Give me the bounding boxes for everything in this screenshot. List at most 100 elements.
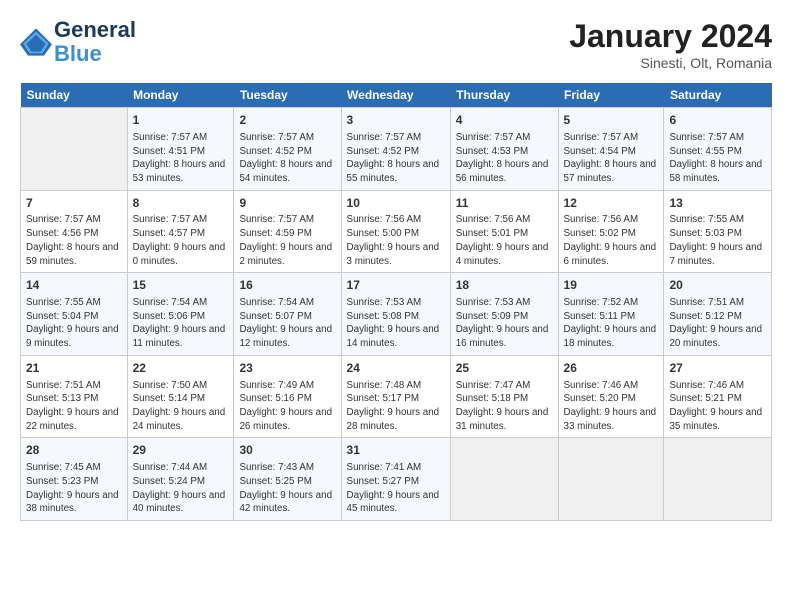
day-info: Sunrise: 7:54 AMSunset: 5:06 PMDaylight:… xyxy=(133,296,229,351)
calendar-cell: 19Sunrise: 7:52 AMSunset: 5:11 PMDayligh… xyxy=(558,273,664,356)
calendar-cell xyxy=(558,438,664,521)
header-day-monday: Monday xyxy=(127,83,234,108)
main-container: GeneralBlue January 2024 Sinesti, Olt, R… xyxy=(0,0,792,531)
day-number: 3 xyxy=(347,112,445,129)
day-info: Sunrise: 7:56 AMSunset: 5:02 PMDaylight:… xyxy=(564,213,659,268)
calendar-cell: 20Sunrise: 7:51 AMSunset: 5:12 PMDayligh… xyxy=(664,273,772,356)
calendar-cell: 22 Sunrise: 7:50 AMSunset: 5:14 PMDayligh… xyxy=(127,355,234,438)
day-number: 17 xyxy=(347,277,445,294)
location: Sinesti, Olt, Romania xyxy=(569,55,772,71)
day-number: 23 xyxy=(239,360,335,377)
day-info: Sunrise: 7:43 AMSunset: 5:25 PMDaylight:… xyxy=(239,461,335,516)
day-info: Sunrise: 7:55 AMSunset: 5:03 PMDaylight:… xyxy=(669,213,766,268)
calendar-cell xyxy=(450,438,558,521)
header-day-saturday: Saturday xyxy=(664,83,772,108)
calendar-cell xyxy=(664,438,772,521)
day-number: 7 xyxy=(26,195,122,212)
day-number: 30 xyxy=(239,442,335,459)
calendar-week-3: 14 Sunrise: 7:55 AMSunset: 5:04 PMDayligh… xyxy=(21,273,772,356)
calendar-cell: 2Sunrise: 7:57 AMSunset: 4:52 PMDaylight… xyxy=(234,108,341,191)
day-number: 28 xyxy=(26,442,122,459)
calendar-cell: 5 Sunrise: 7:57 AMSunset: 4:54 PMDaylight… xyxy=(558,108,664,191)
day-number: 27 xyxy=(669,360,766,377)
day-number: 14 xyxy=(26,277,122,294)
calendar-cell: 11Sunrise: 7:56 AMSunset: 5:01 PMDayligh… xyxy=(450,190,558,273)
calendar-cell: 27 Sunrise: 7:46 AMSunset: 5:21 PMDayligh… xyxy=(664,355,772,438)
day-info: Sunrise: 7:50 AMSunset: 5:14 PMDaylight:… xyxy=(133,379,229,434)
day-info: Sunrise: 7:57 AMSunset: 4:54 PMDaylight:… xyxy=(564,131,659,186)
calendar-cell: 15 Sunrise: 7:54 AMSunset: 5:06 PMDayligh… xyxy=(127,273,234,356)
day-number: 4 xyxy=(456,112,553,129)
day-number: 24 xyxy=(347,360,445,377)
day-number: 8 xyxy=(133,195,229,212)
day-info: Sunrise: 7:56 AMSunset: 5:01 PMDaylight:… xyxy=(456,213,553,268)
calendar-cell: 26 Sunrise: 7:46 AMSunset: 5:20 PMDayligh… xyxy=(558,355,664,438)
day-info: Sunrise: 7:54 AMSunset: 5:07 PMDaylight:… xyxy=(239,296,335,351)
day-info: Sunrise: 7:56 AMSunset: 5:00 PMDaylight:… xyxy=(347,213,445,268)
calendar-cell: 9Sunrise: 7:57 AMSunset: 4:59 PMDaylight… xyxy=(234,190,341,273)
calendar-cell: 28Sunrise: 7:45 AMSunset: 5:23 PMDayligh… xyxy=(21,438,128,521)
day-number: 22 xyxy=(133,360,229,377)
calendar-cell: 25 Sunrise: 7:47 AMSunset: 5:18 PMDayligh… xyxy=(450,355,558,438)
day-info: Sunrise: 7:51 AMSunset: 5:13 PMDaylight:… xyxy=(26,379,122,434)
day-info: Sunrise: 7:57 AMSunset: 4:57 PMDaylight:… xyxy=(133,213,229,268)
header: GeneralBlue January 2024 Sinesti, Olt, R… xyxy=(20,18,772,71)
day-info: Sunrise: 7:57 AMSunset: 4:56 PMDaylight:… xyxy=(26,213,122,268)
day-number: 6 xyxy=(669,112,766,129)
day-info: Sunrise: 7:48 AMSunset: 5:17 PMDaylight:… xyxy=(347,379,445,434)
calendar-week-2: 7Sunrise: 7:57 AMSunset: 4:56 PMDaylight… xyxy=(21,190,772,273)
day-info: Sunrise: 7:57 AMSunset: 4:51 PMDaylight:… xyxy=(133,131,229,186)
day-info: Sunrise: 7:57 AMSunset: 4:53 PMDaylight:… xyxy=(456,131,553,186)
day-number: 31 xyxy=(347,442,445,459)
header-day-sunday: Sunday xyxy=(21,83,128,108)
day-number: 26 xyxy=(564,360,659,377)
calendar-week-5: 28Sunrise: 7:45 AMSunset: 5:23 PMDayligh… xyxy=(21,438,772,521)
day-number: 18 xyxy=(456,277,553,294)
day-number: 19 xyxy=(564,277,659,294)
calendar-cell: 10Sunrise: 7:56 AMSunset: 5:00 PMDayligh… xyxy=(341,190,450,273)
calendar-cell: 12Sunrise: 7:56 AMSunset: 5:02 PMDayligh… xyxy=(558,190,664,273)
day-info: Sunrise: 7:44 AMSunset: 5:24 PMDaylight:… xyxy=(133,461,229,516)
calendar-cell: 8Sunrise: 7:57 AMSunset: 4:57 PMDaylight… xyxy=(127,190,234,273)
day-number: 29 xyxy=(133,442,229,459)
calendar-cell: 18Sunrise: 7:53 AMSunset: 5:09 PMDayligh… xyxy=(450,273,558,356)
day-number: 16 xyxy=(239,277,335,294)
day-number: 15 xyxy=(133,277,229,294)
day-info: Sunrise: 7:53 AMSunset: 5:08 PMDaylight:… xyxy=(347,296,445,351)
day-number: 5 xyxy=(564,112,659,129)
month-title: January 2024 xyxy=(569,18,772,55)
calendar-cell: 21 Sunrise: 7:51 AMSunset: 5:13 PMDayligh… xyxy=(21,355,128,438)
day-number: 10 xyxy=(347,195,445,212)
calendar-cell: 30 Sunrise: 7:43 AMSunset: 5:25 PMDayligh… xyxy=(234,438,341,521)
day-number: 25 xyxy=(456,360,553,377)
calendar-header-row: SundayMondayTuesdayWednesdayThursdayFrid… xyxy=(21,83,772,108)
day-info: Sunrise: 7:55 AMSunset: 5:04 PMDaylight:… xyxy=(26,296,122,351)
calendar-cell: 6Sunrise: 7:57 AMSunset: 4:55 PMDaylight… xyxy=(664,108,772,191)
header-day-thursday: Thursday xyxy=(450,83,558,108)
day-info: Sunrise: 7:46 AMSunset: 5:20 PMDaylight:… xyxy=(564,379,659,434)
logo-text: GeneralBlue xyxy=(54,18,136,66)
header-day-friday: Friday xyxy=(558,83,664,108)
calendar-cell: 13Sunrise: 7:55 AMSunset: 5:03 PMDayligh… xyxy=(664,190,772,273)
calendar-cell: 14 Sunrise: 7:55 AMSunset: 5:04 PMDayligh… xyxy=(21,273,128,356)
calendar-cell: 29 Sunrise: 7:44 AMSunset: 5:24 PMDayligh… xyxy=(127,438,234,521)
calendar-cell xyxy=(21,108,128,191)
title-section: January 2024 Sinesti, Olt, Romania xyxy=(569,18,772,71)
day-info: Sunrise: 7:46 AMSunset: 5:21 PMDaylight:… xyxy=(669,379,766,434)
day-info: Sunrise: 7:51 AMSunset: 5:12 PMDaylight:… xyxy=(669,296,766,351)
calendar-cell: 23 Sunrise: 7:49 AMSunset: 5:16 PMDayligh… xyxy=(234,355,341,438)
calendar-week-1: 1 Sunrise: 7:57 AMSunset: 4:51 PMDaylight… xyxy=(21,108,772,191)
day-info: Sunrise: 7:57 AMSunset: 4:52 PMDaylight:… xyxy=(347,131,445,186)
day-info: Sunrise: 7:47 AMSunset: 5:18 PMDaylight:… xyxy=(456,379,553,434)
calendar-cell: 17 Sunrise: 7:53 AMSunset: 5:08 PMDayligh… xyxy=(341,273,450,356)
header-day-tuesday: Tuesday xyxy=(234,83,341,108)
calendar-cell: 16 Sunrise: 7:54 AMSunset: 5:07 PMDayligh… xyxy=(234,273,341,356)
day-number: 21 xyxy=(26,360,122,377)
day-info: Sunrise: 7:49 AMSunset: 5:16 PMDaylight:… xyxy=(239,379,335,434)
day-number: 2 xyxy=(239,112,335,129)
day-info: Sunrise: 7:41 AMSunset: 5:27 PMDaylight:… xyxy=(347,461,445,516)
day-number: 1 xyxy=(133,112,229,129)
calendar-cell: 31 Sunrise: 7:41 AMSunset: 5:27 PMDayligh… xyxy=(341,438,450,521)
calendar-cell: 3 Sunrise: 7:57 AMSunset: 4:52 PMDaylight… xyxy=(341,108,450,191)
day-number: 9 xyxy=(239,195,335,212)
